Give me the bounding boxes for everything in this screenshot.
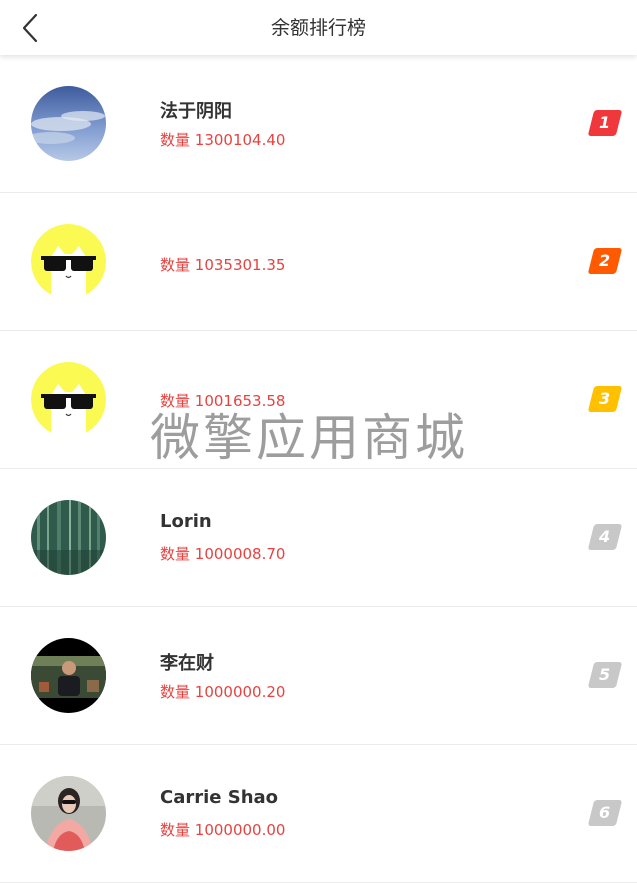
quantity-text: 数量 1001653.58: [160, 392, 286, 410]
ranking-row[interactable]: 李在财 数量 1000000.20 5: [0, 607, 637, 745]
avatar: [31, 86, 106, 161]
avatar: [31, 224, 106, 299]
avatar: [31, 500, 106, 575]
quantity-text: 数量 1300104.40: [160, 131, 286, 149]
user-name: Carrie Shao: [160, 787, 279, 808]
rank-badge: 5: [587, 662, 623, 688]
avatar: [31, 776, 106, 851]
quantity-text: 数量 1035301.35: [160, 256, 286, 274]
top-bar: 余额排行榜: [0, 0, 637, 55]
rank-badge: 2: [587, 248, 623, 274]
user-name: 李在财: [160, 653, 214, 674]
ranking-row[interactable]: Carrie Shao 数量 1000000.00 6: [0, 745, 637, 883]
rank-badge: 3: [587, 386, 623, 412]
quantity-text: 数量 1000000.20: [160, 683, 286, 701]
quantity-text: 数量 1000000.00: [160, 821, 286, 839]
ranking-list: 法于阴阳 数量 1300104.40 1 数量 1035301.35 2 数量 …: [0, 55, 637, 883]
user-name: 法于阴阳: [160, 101, 232, 122]
rank-badge: 1: [587, 110, 623, 136]
ranking-row[interactable]: Lorin 数量 1000008.70 4: [0, 469, 637, 607]
ranking-row[interactable]: 数量 1001653.58 3: [0, 331, 637, 469]
rank-badge: 4: [587, 524, 623, 550]
avatar: [31, 362, 106, 437]
user-name: Lorin: [160, 511, 212, 532]
rank-badge: 6: [587, 800, 623, 826]
avatar: [31, 638, 106, 713]
ranking-row[interactable]: 数量 1035301.35 2: [0, 193, 637, 331]
quantity-text: 数量 1000008.70: [160, 545, 286, 563]
ranking-row[interactable]: 法于阴阳 数量 1300104.40 1: [0, 55, 637, 193]
page-title: 余额排行榜: [270, 17, 366, 39]
